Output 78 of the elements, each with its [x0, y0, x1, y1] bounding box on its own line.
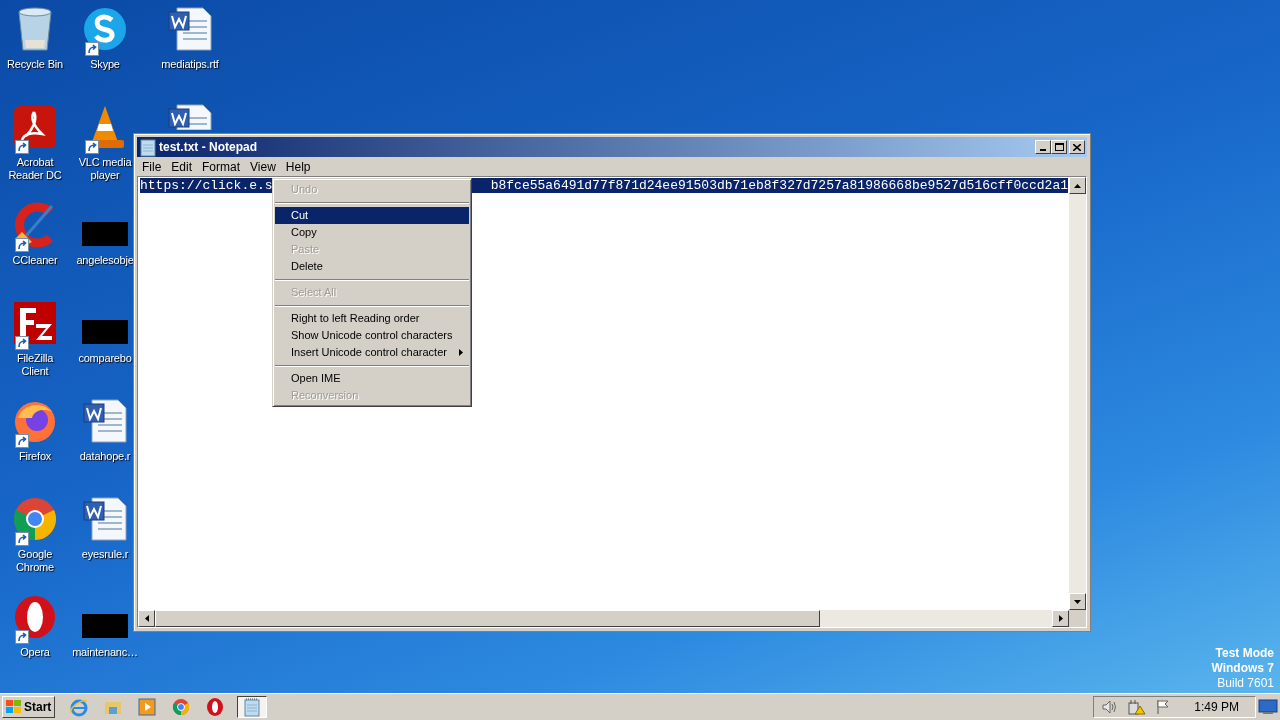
os-notice-text: Windows 7 [1211, 661, 1274, 676]
right-arrow-icon [1058, 615, 1063, 622]
context-menu-item[interactable]: Cut [275, 207, 469, 224]
up-arrow-icon [1074, 183, 1081, 188]
recycle-bin-icon [15, 6, 55, 52]
speaker-icon[interactable] [1102, 700, 1119, 714]
redacted-block [82, 614, 128, 638]
os-notice-text: Test Mode [1215, 646, 1274, 661]
minimize-icon [1040, 149, 1046, 151]
selected-text: b8fce55a6491d77f871d24ee91503db71eb8f327d7257a81986668be9527d516cff0ccd2a1 [490, 178, 1068, 193]
redacted-block [82, 222, 128, 246]
desktop-icon-label[interactable]: datahope.r [79, 450, 131, 463]
skype-icon [82, 6, 128, 52]
close-button[interactable] [1069, 140, 1085, 154]
submenu-arrow-icon [459, 349, 463, 356]
context-menu-item[interactable]: Copy [275, 224, 469, 241]
clock[interactable]: 1:49 PM [1194, 698, 1239, 716]
desktop-icon-label[interactable]: eyesrule.r [81, 548, 129, 561]
redacted-block [82, 320, 128, 344]
vertical-scrollbar[interactable] [1069, 177, 1086, 610]
acrobat-icon [12, 104, 58, 150]
size-grip[interactable] [1069, 610, 1086, 627]
context-menu-item[interactable]: Right to left Reading order [275, 310, 469, 327]
context-menu-item[interactable]: Delete [275, 258, 469, 275]
menu-item[interactable]: File [137, 157, 167, 176]
chrome-icon[interactable] [171, 697, 192, 717]
show-desktop-icon[interactable] [1258, 699, 1278, 715]
os-notice-text: Build 7601 [1217, 676, 1274, 691]
menu-item[interactable]: View [245, 157, 281, 176]
selected-text: https://click.e.s [140, 178, 273, 193]
horizontal-scrollbar[interactable] [138, 610, 1069, 627]
desktop-icon-label[interactable]: Firefox [18, 450, 52, 463]
opera-icon [12, 594, 58, 640]
desktop-icon-label[interactable]: CCleaner [12, 254, 58, 267]
maximize-icon [1054, 143, 1064, 151]
desktop-icon-label[interactable]: Acrobat Reader DC [5, 156, 65, 182]
scrollbar-thumb[interactable] [155, 610, 820, 627]
network-warning-icon[interactable] [1128, 699, 1147, 715]
media-player-icon[interactable] [137, 697, 158, 717]
menu-item[interactable]: Format [197, 157, 246, 176]
desktop-icon-label[interactable]: VLC media player [75, 156, 135, 182]
desktop-icon-label[interactable]: Opera [20, 646, 50, 659]
window-title: test.txt - Notepad [159, 139, 258, 156]
opera-icon[interactable] [205, 697, 226, 717]
chrome-icon [12, 496, 58, 542]
taskbar-button[interactable] [237, 696, 268, 718]
maximize-button[interactable] [1051, 140, 1067, 154]
context-menu-item[interactable]: Open IME [275, 370, 469, 387]
notepad-icon [139, 137, 157, 157]
desktop-icon-label[interactable]: Google Chrome [5, 548, 65, 574]
minimize-button[interactable] [1035, 140, 1051, 154]
start-button[interactable]: Start [2, 696, 56, 718]
word-document-icon [82, 496, 128, 542]
scroll-left-button[interactable] [138, 610, 155, 627]
word-document-icon [82, 398, 128, 444]
desktop-icon-label[interactable]: FileZilla Client [5, 352, 65, 378]
desktop-icon-label[interactable]: maintenanc… [72, 646, 138, 659]
word-document-icon [168, 104, 212, 130]
scroll-right-button[interactable] [1052, 610, 1069, 627]
desktop-icon-label[interactable]: Skype [90, 58, 120, 71]
desktop-icon-label[interactable]: comparebo [78, 352, 132, 365]
context-menu-item[interactable]: Insert Unicode control character [275, 344, 469, 361]
flag-icon[interactable] [1156, 699, 1171, 715]
windows-logo-icon [6, 700, 22, 714]
left-arrow-icon [144, 615, 149, 622]
filezilla-icon [12, 300, 58, 346]
desktop-icon-label[interactable]: Recycle Bin [7, 58, 63, 71]
scroll-down-button[interactable] [1069, 593, 1086, 610]
desktop-icon-label[interactable]: angelesobje [76, 254, 134, 267]
down-arrow-icon [1074, 599, 1081, 604]
context-menu-item[interactable]: Show Unicode control characters [275, 327, 469, 344]
menu-item[interactable]: Edit [166, 157, 198, 176]
scroll-up-button[interactable] [1069, 177, 1086, 194]
notepad-icon [243, 697, 262, 717]
desktop-icon-label[interactable]: mediatips.rtf [161, 58, 219, 71]
menu-item[interactable]: Help [280, 157, 316, 176]
word-document-icon [167, 6, 213, 52]
close-icon [1073, 143, 1081, 151]
